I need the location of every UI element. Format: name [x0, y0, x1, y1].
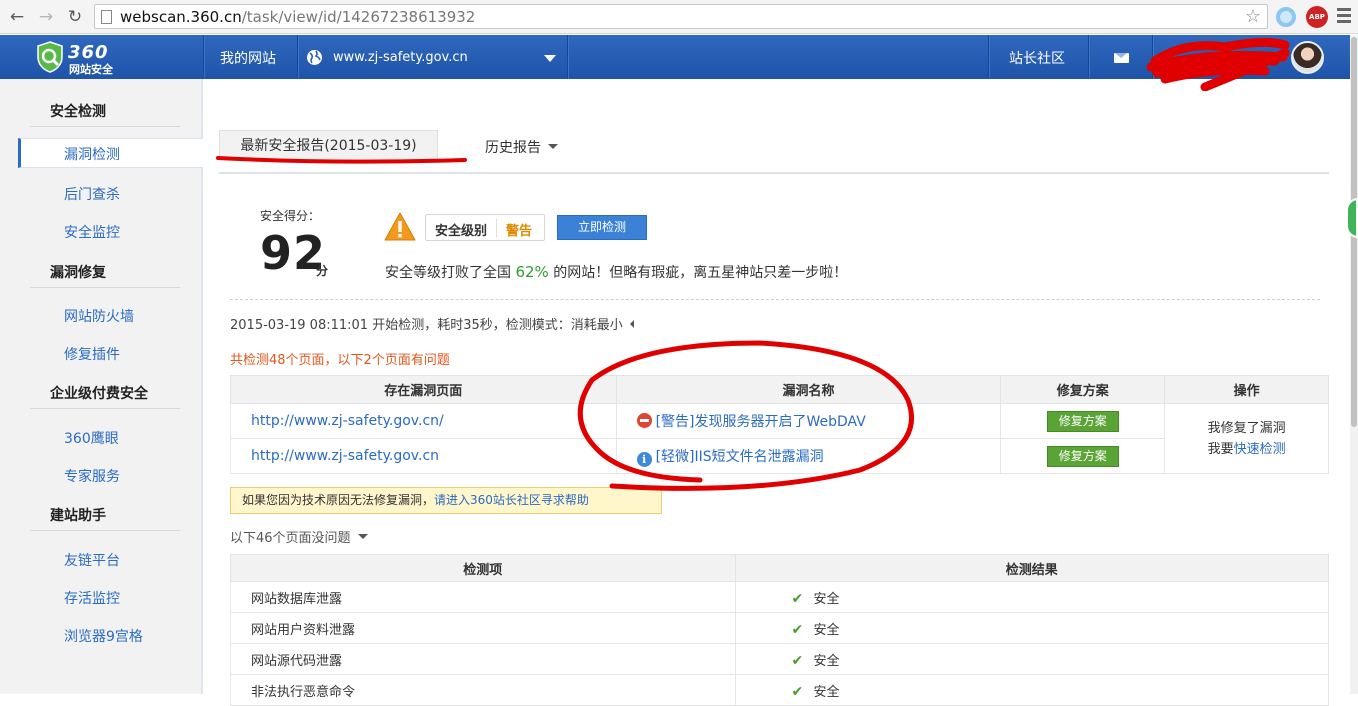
vuln-name[interactable]: i [轻微]IIS短文件名泄露漏洞	[615, 438, 1002, 474]
scrollbar[interactable]	[1350, 35, 1358, 694]
sidebar-item-firewall[interactable]: 网站防火墙	[64, 306, 134, 326]
check-icon: ✔	[791, 590, 804, 607]
sidebar: 安全检测 漏洞检测 后门查杀 安全监控 漏洞修复 网站防火墙 修复插件 企业级付…	[0, 79, 203, 694]
quick-scan-link[interactable]: 快速检测	[1234, 442, 1286, 457]
check-item: 网站用户资料泄露	[230, 612, 736, 644]
score-label: 安全得分：	[260, 209, 321, 223]
sidebar-item-vuln-scan[interactable]: 漏洞检测	[18, 138, 203, 168]
sidebar-item-links[interactable]: 友链平台	[64, 550, 120, 570]
back-arrow-icon[interactable]: ←	[6, 6, 28, 28]
table-row: 网站数据库泄露 ✔ 安全	[230, 581, 1330, 613]
sidebar-item-monitor[interactable]: 安全监控	[64, 222, 120, 242]
check-result: ✔ 安全	[734, 612, 1330, 644]
scan-now-button[interactable]: 立即检测	[557, 215, 647, 240]
table-row: http://www.zj-safety.gov.cn i [轻微]IIS短文件名…	[230, 438, 1329, 474]
table-header: 漏洞名称	[615, 375, 1002, 404]
menu-icon[interactable]	[1337, 8, 1351, 24]
mail-icon[interactable]	[1114, 53, 1129, 63]
table-row: http://www.zj-safety.gov.cn/ [警告]发现服务器开启…	[230, 403, 1329, 474]
check-table: 检测项 检测结果 网站数据库泄露 ✔ 安全 网站用户资料泄露 ✔ 安全 网站源代码泄…	[230, 554, 1330, 706]
sidebar-section-title: 漏洞修复	[50, 265, 106, 281]
score-unit: 分	[316, 264, 329, 278]
tab-latest-report[interactable]: 最新安全报告(2015-03-19)	[219, 130, 438, 160]
check-item: 非法执行恶意命令	[230, 674, 736, 706]
table-header: 检测项	[230, 554, 736, 582]
vulnerability-table: 存在漏洞页面 漏洞名称 修复方案 操作 http://www.zj-safety…	[230, 375, 1329, 474]
vuln-page-url[interactable]: http://www.zj-safety.gov.cn	[230, 438, 617, 474]
check-result: ✔ 安全	[734, 674, 1330, 706]
scan-info: 2015-03-19 08:11:01 开始检测，耗时35秒，检测模式：消耗最小	[230, 314, 634, 333]
check-item: 网站数据库泄露	[230, 581, 736, 613]
fix-plan-button[interactable]: 修复方案	[1046, 410, 1119, 432]
check-item: 网站源代码泄露	[230, 643, 736, 675]
redaction-scribble	[1146, 37, 1290, 91]
chevron-down-icon[interactable]	[544, 55, 556, 62]
forward-arrow-icon[interactable]: →	[35, 6, 57, 28]
extension-circle-icon[interactable]	[1276, 7, 1296, 27]
info-icon: i	[636, 451, 652, 467]
sidebar-item-backdoor[interactable]: 后门查杀	[64, 184, 120, 204]
check-result: ✔ 安全	[734, 643, 1330, 675]
chevron-down-icon	[357, 534, 368, 539]
table-header: 检测结果	[734, 554, 1330, 582]
avatar[interactable]	[1291, 41, 1324, 74]
level-value: 警告	[506, 224, 533, 239]
site-selector[interactable]: www.zj-safety.gov.cn	[333, 50, 468, 65]
sidebar-item-browser-grid[interactable]: 浏览器9宫格	[64, 626, 143, 646]
community-help-link[interactable]: 请进入360站长社区寻求帮助	[434, 493, 589, 507]
check-icon: ✔	[791, 652, 804, 669]
sidebar-item-uptime[interactable]: 存活监控	[64, 588, 120, 608]
chevron-left-icon[interactable]	[629, 320, 634, 328]
community-link[interactable]: 站长社区	[1009, 48, 1065, 68]
fix-plan-button[interactable]: 修复方案	[1046, 445, 1119, 467]
rank-text: 安全等级打败了全国 62% 的网站！但略有瑕疵，离五星神站只差一步啦！	[385, 263, 848, 281]
sidebar-item-expert[interactable]: 专家服务	[64, 466, 120, 486]
warning-stop-icon	[636, 413, 652, 428]
logo-subtitle: 网站安全	[69, 63, 113, 76]
table-row: 网站源代码泄露 ✔ 安全	[230, 643, 1330, 675]
sidebar-section-title: 建站助手	[50, 508, 106, 524]
my-site-link[interactable]: 我的网站	[220, 48, 276, 68]
shield-logo-icon	[37, 41, 63, 73]
logo-text: 360	[68, 42, 109, 63]
sidebar-item-eagle-eye[interactable]: 360鹰眼	[64, 428, 119, 448]
check-icon: ✔	[791, 621, 804, 638]
browser-toolbar: ← → ↻ webscan.360.cn/task/view/id/142672…	[0, 0, 1358, 34]
page-icon	[101, 10, 112, 24]
scan-summary: 共检测48个页面，以下2个页面有问题	[230, 353, 450, 368]
check-icon: ✔	[791, 683, 804, 700]
vuln-name[interactable]: [警告]发现服务器开启了WebDAV	[615, 403, 1002, 439]
reload-icon[interactable]: ↻	[64, 6, 86, 28]
sidebar-item-plugin[interactable]: 修复插件	[64, 344, 120, 364]
operation-cell: 我修复了漏洞 我要快速检测	[1164, 403, 1329, 474]
security-level-badge: 安全级别 警告	[425, 214, 545, 241]
table-header: 存在漏洞页面	[230, 375, 617, 404]
globe-icon	[307, 50, 322, 65]
address-url[interactable]: webscan.360.cn/task/view/id/142672386139…	[120, 8, 475, 26]
floating-feedback-tab[interactable]	[1346, 198, 1358, 238]
table-header: 修复方案	[1000, 375, 1166, 404]
warning-icon	[384, 212, 416, 241]
vuln-page-url[interactable]: http://www.zj-safety.gov.cn/	[230, 403, 617, 439]
check-result: ✔ 安全	[734, 581, 1330, 613]
sidebar-section-title: 安全检测	[50, 104, 106, 120]
adblock-icon[interactable]: ABP	[1306, 6, 1328, 28]
address-bar[interactable]: webscan.360.cn/task/view/id/142672386139…	[94, 4, 1268, 29]
tab-history-report[interactable]: 历史报告	[485, 137, 558, 157]
help-tip: 如果您因为技术原因无法修复漏洞，请进入360站长社区寻求帮助	[230, 487, 662, 514]
bookmark-star-icon[interactable]: ☆	[1245, 6, 1261, 27]
table-row: 网站用户资料泄露 ✔ 安全	[230, 612, 1330, 644]
sidebar-section-title: 企业级付费安全	[50, 386, 148, 402]
table-header: 操作	[1164, 375, 1329, 404]
fixed-text: 我修复了漏洞	[1207, 420, 1286, 436]
table-row: 非法执行恶意命令 ✔ 安全	[230, 674, 1330, 706]
chevron-down-icon	[548, 144, 558, 149]
ok-pages-toggle[interactable]: 以下46个页面没问题	[230, 527, 368, 546]
